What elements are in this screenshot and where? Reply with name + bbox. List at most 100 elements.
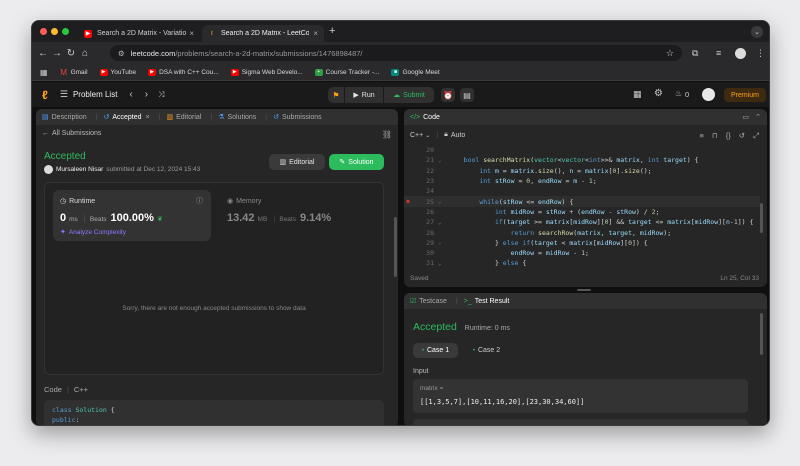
profile-avatar[interactable] [735,47,746,59]
book-icon: ▥ [279,159,287,166]
case-1-tab[interactable]: • Case 1 [413,343,458,358]
breakpoint-icon[interactable]: ● [404,198,412,205]
bookmark-youtube[interactable]: ▶ YouTube [99,68,136,76]
settings-gear-icon[interactable]: ⚙ [654,88,663,99]
code-token: ][ [718,218,726,227]
solution-button[interactable]: ✎ Solution [329,154,384,170]
tab-strip: ▶ Search a 2D Matrix - Variatio × ℓ Sear… [32,21,769,42]
bookmark-google-meet[interactable]: ■ Google Meet [391,68,440,76]
new-tab-button[interactable]: + [329,25,335,37]
reset-icon[interactable]: ↺ [739,131,745,141]
tab-testcase[interactable]: ☑ Testcase [410,297,447,306]
tab-test-result[interactable]: >_ Test Result [464,298,510,305]
all-submissions-link[interactable]: ← All Submissions [42,130,101,137]
username[interactable]: Mursaleen Nisar [56,166,103,173]
tab-solutions[interactable]: ⚗ Solutions [218,113,256,122]
share-link-icon[interactable]: ⛓ [382,130,392,139]
bookmark-icon[interactable]: ⊓ [712,131,718,141]
user-avatar[interactable] [44,165,53,174]
memory-card[interactable]: ◉ Memory 13.42 MB | Beats 9.14% [220,190,375,241]
code-token: vector [534,156,558,165]
close-tab-icon[interactable]: × [189,29,194,38]
tab-description[interactable]: ▤ Description [42,113,87,122]
fold-chevron-icon[interactable]: ⌄ [438,239,448,246]
code-block: class Solution {public: [52,405,376,425]
code-token: ]. [616,166,625,175]
brackets-icon[interactable]: {} [726,131,731,141]
info-icon[interactable]: ⓘ [196,196,203,206]
editorial-button[interactable]: ▥ Editorial [269,154,325,170]
panel-resize-handle[interactable] [577,289,591,291]
code-lines[interactable]: 20 21 ⌄ bool searchMatrix(vector < vector < in… [404,145,760,269]
fold-chevron-icon[interactable]: ⌄ [438,198,448,205]
autocomplete-mode[interactable]: Auto [451,132,465,139]
site-settings-icon[interactable]: ⚙ [118,49,125,58]
run-button[interactable]: ▶ Run [345,87,383,103]
close-tab-icon[interactable]: × [313,29,318,38]
home-icon[interactable]: ⌂ [78,48,92,59]
fold-chevron-icon[interactable]: ⌄ [438,157,448,164]
fold-chevron-icon[interactable]: ⌄ [438,260,448,267]
next-problem-icon[interactable]: › [145,89,148,100]
submit-button[interactable]: ☁ Submit [384,87,434,103]
shuffle-icon[interactable]: ⤨ [158,90,164,100]
layout-icon[interactable]: ▦ [633,89,642,100]
bookmark-dsa[interactable]: ▶ DSA with C++ Cou... [148,68,219,76]
forward-icon[interactable]: → [50,48,64,59]
url-bar[interactable]: ⚙ leetcode.com/problems/search-a-2d-matr… [110,45,682,61]
close-window-button[interactable] [40,28,47,35]
editor-scrollbar[interactable] [760,203,763,233]
prev-problem-icon[interactable]: ‹ [129,89,132,100]
left-scrollbar[interactable] [394,217,397,277]
extensions-icon[interactable]: ⧉ [692,48,698,59]
runtime-card[interactable]: ◷ Runtime ⓘ 0 ms | Beats 100.00% ❦ ✦ Analy… [53,190,211,241]
bookmark-star-icon[interactable]: ☆ [666,48,674,59]
problem-list-icon[interactable]: ☰ [60,89,68,100]
analyze-complexity-link[interactable]: ✦ Analyze Complexity [60,228,126,237]
code-token: target [628,218,656,227]
code-token: ; [585,249,589,258]
streak-icon[interactable]: ♨ [675,89,682,98]
bookmark-course-tracker[interactable]: + Course Tracker -... [314,68,379,76]
tab-search-icon[interactable]: ⌄ [751,26,763,38]
bookmark-gmail[interactable]: M Gmail [60,68,87,77]
tab-editorial[interactable]: ▥ Editorial [166,113,201,122]
problem-list-link[interactable]: Problem List [73,90,117,99]
minimize-panel-icon[interactable]: ▭ [742,113,749,121]
language-select[interactable]: C++ [410,132,423,139]
fold-chevron-icon[interactable]: ⌄ [438,219,448,226]
reload-icon[interactable]: ↻ [64,48,78,59]
code-line: 30 endRow = midRow - 1; [404,248,760,258]
code-line: 21 ⌄ bool searchMatrix(vector < vector < int >… [404,155,760,165]
code-token: } [448,238,503,247]
browser-tab-2[interactable]: ℓ Search a 2D Matrix - LeetCode × [202,25,324,42]
apps-grid-icon[interactable]: ▦ [40,68,48,77]
bookmark-sigma[interactable]: ▶ Sigma Web Develo... [230,68,303,76]
zoom-window-button[interactable] [62,28,69,35]
media-controls-icon[interactable]: ≡ [716,48,721,58]
back-icon[interactable]: ← [36,48,50,59]
tab-accepted[interactable]: ↺ Accepted × [103,113,150,122]
browser-menu-icon[interactable]: ⋮ [756,48,765,59]
debug-icon[interactable]: ⚑ [328,87,344,103]
result-scrollbar[interactable] [760,313,763,355]
fullscreen-icon[interactable]: ⤢ [753,131,759,141]
leetcode-logo-icon[interactable]: ℓ [42,88,48,102]
close-tab-icon[interactable]: × [146,114,150,121]
minimize-window-button[interactable] [51,28,58,35]
timer-icon[interactable]: ⏰ [441,88,455,102]
bookmarks-bar: ▦ M Gmail ▶ YouTube ▶ DSA with C++ Cou... ▶… [32,64,769,81]
browser-tab-1[interactable]: ▶ Search a 2D Matrix - Variatio × [78,25,200,42]
history-icon: ↺ [103,114,110,121]
premium-button[interactable]: Premium [724,88,766,102]
user-avatar[interactable] [702,88,715,101]
result-runtime: Runtime: 0 ms [464,325,510,332]
format-icon[interactable]: ≡ [699,131,703,141]
expand-panel-icon[interactable]: ⌃ [755,113,761,121]
editor-header: </> Code ▭ ⌃ [404,109,767,125]
tab-submissions[interactable]: ↺ Submissions [273,113,322,122]
youtube-icon: ▶ [99,68,108,76]
notes-icon[interactable]: ▤ [460,88,474,102]
code-token: <= [526,197,539,206]
case-2-tab[interactable]: • Case 2 [464,343,509,358]
